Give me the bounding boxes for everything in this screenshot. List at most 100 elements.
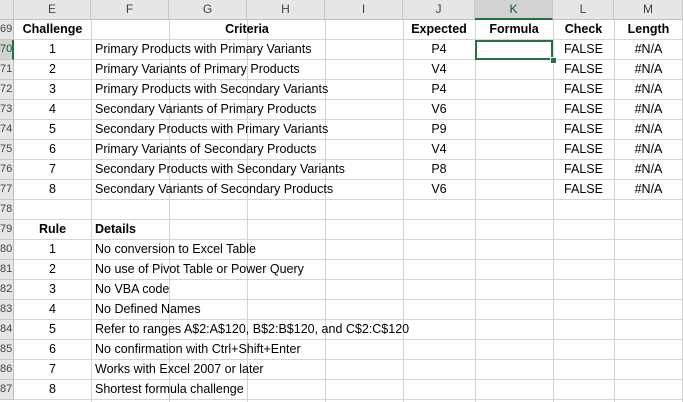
formula-cell[interactable] (475, 160, 553, 180)
length-cell[interactable]: #N/A (614, 180, 683, 200)
formula-cell[interactable] (475, 80, 553, 100)
row-header-71[interactable]: 71 (0, 60, 14, 80)
challenge-number-cell[interactable]: 3 (14, 80, 91, 100)
column-header-l[interactable]: L (553, 0, 614, 20)
select-all-corner[interactable] (0, 0, 14, 20)
rule-details-cell[interactable]: No VBA code (91, 280, 571, 300)
active-cell-k70[interactable] (475, 40, 553, 60)
column-header-j[interactable]: J (403, 0, 475, 20)
check-cell[interactable]: FALSE (553, 180, 614, 200)
criteria-cell[interactable]: Secondary Products with Primary Variants (91, 120, 403, 140)
header-length[interactable]: Length (614, 20, 683, 40)
rule-number-cell[interactable]: 4 (14, 300, 91, 320)
expected-cell[interactable]: V4 (403, 140, 475, 160)
expected-cell[interactable]: P8 (403, 160, 475, 180)
challenge-number-cell[interactable]: 7 (14, 160, 91, 180)
row-header-82[interactable]: 82 (0, 280, 14, 300)
rule-number-cell[interactable]: 2 (14, 260, 91, 280)
row-header-73[interactable]: 73 (0, 100, 14, 120)
column-header-f[interactable]: F (91, 0, 169, 20)
column-header-m[interactable]: M (614, 0, 683, 20)
row-header-77[interactable]: 77 (0, 180, 14, 200)
column-header-i[interactable]: I (325, 0, 403, 20)
column-header-g[interactable]: G (169, 0, 247, 20)
expected-cell[interactable]: V4 (403, 60, 475, 80)
check-cell[interactable]: FALSE (553, 100, 614, 120)
row-header-84[interactable]: 84 (0, 320, 14, 340)
row-header-85[interactable]: 85 (0, 340, 14, 360)
expected-cell[interactable]: V6 (403, 180, 475, 200)
column-header-h[interactable]: H (247, 0, 325, 20)
rule-details-cell[interactable]: Works with Excel 2007 or later (91, 360, 571, 380)
expected-cell[interactable]: P4 (403, 80, 475, 100)
row-header-74[interactable]: 74 (0, 120, 14, 140)
rule-details-cell[interactable]: No conversion to Excel Table (91, 240, 571, 260)
header-formula[interactable]: Formula (475, 20, 553, 40)
rule-number-cell[interactable]: 3 (14, 280, 91, 300)
length-cell[interactable]: #N/A (614, 40, 683, 60)
rule-details-cell[interactable]: No use of Pivot Table or Power Query (91, 260, 571, 280)
challenge-number-cell[interactable]: 5 (14, 120, 91, 140)
length-cell[interactable]: #N/A (614, 60, 683, 80)
row-header-78[interactable]: 78 (0, 200, 14, 220)
header-challenge[interactable]: Challenge (14, 20, 91, 40)
header-check[interactable]: Check (553, 20, 614, 40)
length-cell[interactable]: #N/A (614, 140, 683, 160)
rule-details-cell[interactable]: No confirmation with Ctrl+Shift+Enter (91, 340, 571, 360)
criteria-cell[interactable]: Primary Products with Primary Variants (91, 40, 403, 60)
check-cell[interactable]: FALSE (553, 140, 614, 160)
spreadsheet-grid[interactable]: E F G H I J K L M 69 70 71 72 73 74 75 76 77 78 79… (0, 0, 683, 402)
challenge-number-cell[interactable]: 1 (14, 40, 91, 60)
expected-cell[interactable]: P4 (403, 40, 475, 60)
challenge-number-cell[interactable]: 4 (14, 100, 91, 120)
header-expected[interactable]: Expected (403, 20, 475, 40)
formula-cell[interactable] (475, 60, 553, 80)
criteria-cell[interactable]: Primary Variants of Primary Products (91, 60, 403, 80)
formula-cell[interactable] (475, 180, 553, 200)
length-cell[interactable]: #N/A (614, 100, 683, 120)
row-header-72[interactable]: 72 (0, 80, 14, 100)
formula-cell[interactable] (475, 120, 553, 140)
challenge-number-cell[interactable]: 8 (14, 180, 91, 200)
row-header-76[interactable]: 76 (0, 160, 14, 180)
formula-cell[interactable] (475, 100, 553, 120)
header-criteria[interactable]: Criteria (91, 20, 403, 40)
challenge-number-cell[interactable]: 6 (14, 140, 91, 160)
check-cell[interactable]: FALSE (553, 120, 614, 140)
check-cell[interactable]: FALSE (553, 40, 614, 60)
header-details[interactable]: Details (91, 220, 403, 240)
rule-details-cell[interactable]: No Defined Names (91, 300, 571, 320)
row-header-80[interactable]: 80 (0, 240, 14, 260)
check-cell[interactable]: FALSE (553, 60, 614, 80)
expected-cell[interactable]: P9 (403, 120, 475, 140)
rule-number-cell[interactable]: 6 (14, 340, 91, 360)
rule-number-cell[interactable]: 5 (14, 320, 91, 340)
rule-details-cell[interactable]: Shortest formula challenge (91, 380, 571, 400)
rule-number-cell[interactable]: 7 (14, 360, 91, 380)
criteria-cell[interactable]: Secondary Variants of Primary Products (91, 100, 403, 120)
row-header-75[interactable]: 75 (0, 140, 14, 160)
criteria-cell[interactable]: Primary Variants of Secondary Products (91, 140, 403, 160)
row-header-87[interactable]: 87 (0, 380, 14, 400)
row-header-86[interactable]: 86 (0, 360, 14, 380)
length-cell[interactable]: #N/A (614, 80, 683, 100)
criteria-cell[interactable]: Secondary Variants of Secondary Products (91, 180, 403, 200)
row-header-83[interactable]: 83 (0, 300, 14, 320)
row-header-79[interactable]: 79 (0, 220, 14, 240)
rule-number-cell[interactable]: 8 (14, 380, 91, 400)
row-header-81[interactable]: 81 (0, 260, 14, 280)
check-cell[interactable]: FALSE (553, 80, 614, 100)
header-rule[interactable]: Rule (14, 220, 91, 240)
fill-handle[interactable] (550, 57, 557, 64)
challenge-number-cell[interactable]: 2 (14, 60, 91, 80)
rule-number-cell[interactable]: 1 (14, 240, 91, 260)
length-cell[interactable]: #N/A (614, 160, 683, 180)
expected-cell[interactable]: V6 (403, 100, 475, 120)
length-cell[interactable]: #N/A (614, 120, 683, 140)
criteria-cell[interactable]: Primary Products with Secondary Variants (91, 80, 403, 100)
rule-details-cell[interactable]: Refer to ranges A$2:A$120, B$2:B$120, an… (91, 320, 571, 340)
column-header-e[interactable]: E (14, 0, 91, 20)
check-cell[interactable]: FALSE (553, 160, 614, 180)
formula-cell[interactable] (475, 140, 553, 160)
criteria-cell[interactable]: Secondary Products with Secondary Varian… (91, 160, 403, 180)
